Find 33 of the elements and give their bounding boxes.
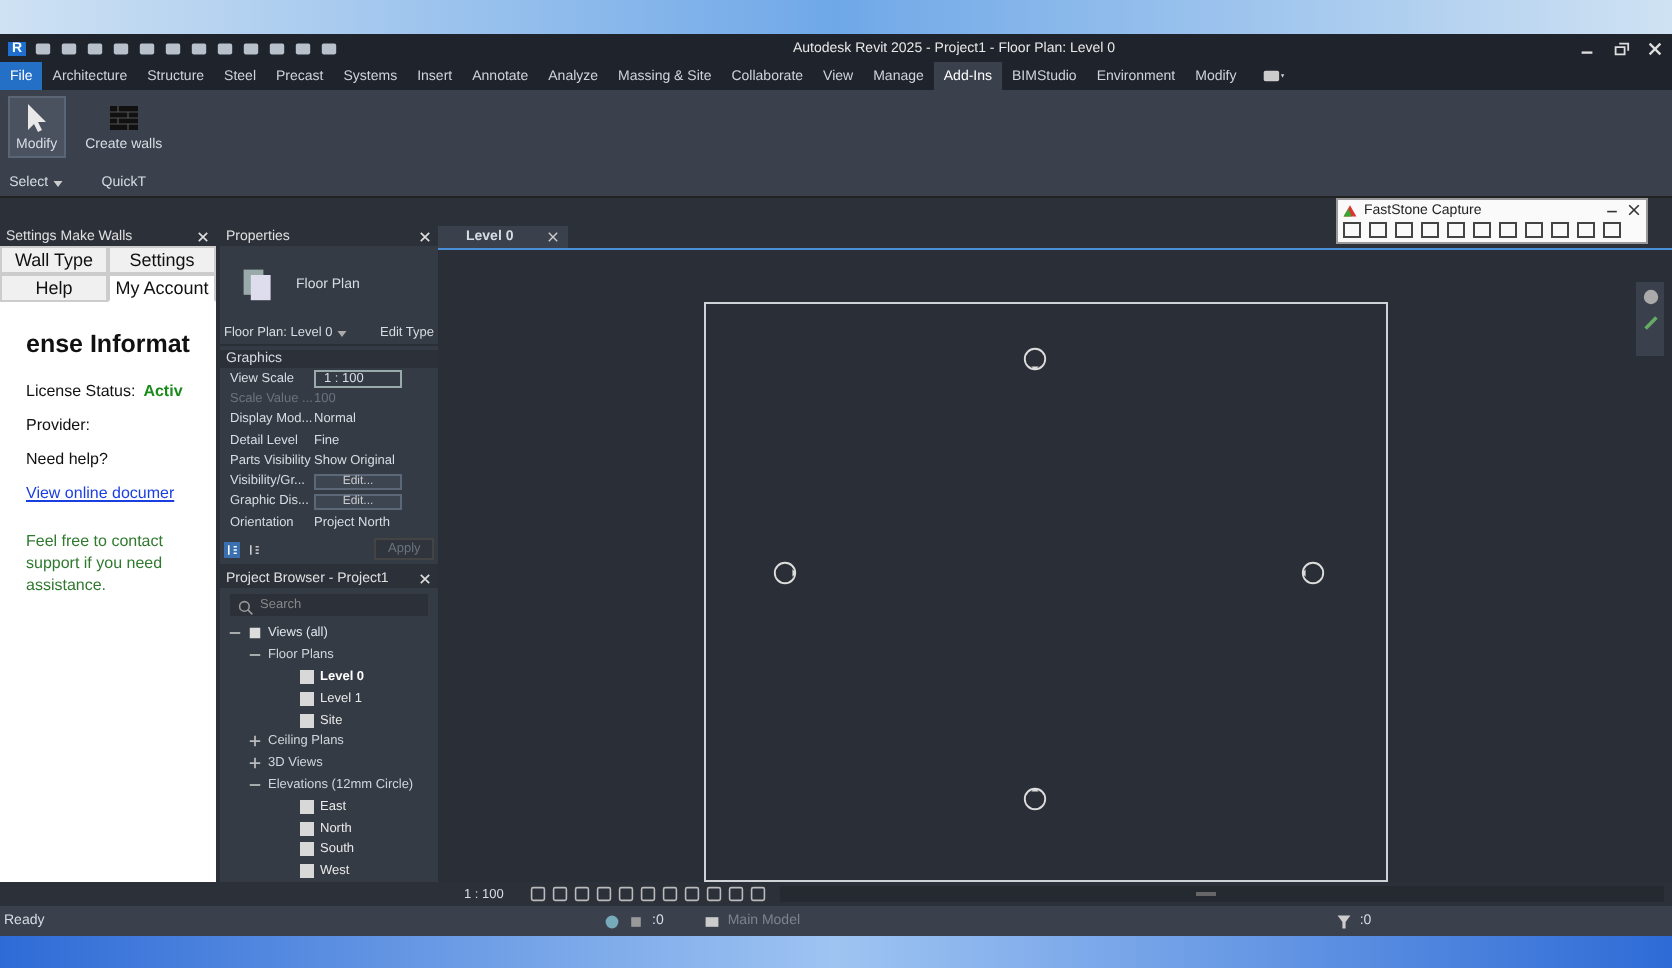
elevation-marker-icon[interactable] <box>772 560 798 586</box>
license-status: Activ <box>143 382 183 400</box>
help-label: Need help? <box>26 450 110 468</box>
restore-icon[interactable] <box>1612 39 1630 57</box>
elevation-marker-icon[interactable] <box>1022 786 1048 812</box>
tab[interactable]: Settings <box>108 246 216 274</box>
elevation-marker-icon[interactable] <box>1300 560 1326 586</box>
zoom-icon[interactable] <box>1641 314 1659 332</box>
expander-icon[interactable] <box>248 756 262 771</box>
expander-icon[interactable] <box>248 734 262 749</box>
tab[interactable]: Wall Type <box>0 246 108 274</box>
provider-label: Provider: <box>26 416 93 434</box>
horizontal-scrollbar[interactable] <box>779 886 1664 902</box>
support-text: Feel free to contact support if you need assistance. <box>26 530 165 598</box>
sort-icon[interactable] <box>224 541 240 558</box>
license-label: License Status: <box>26 382 136 400</box>
search-icon <box>238 600 254 617</box>
filter-icon[interactable] <box>1335 913 1352 929</box>
sheets-icon <box>240 266 276 302</box>
tab[interactable]: My Account <box>108 274 216 302</box>
close-icon[interactable] <box>1626 202 1642 218</box>
sort-icon[interactable] <box>246 541 262 558</box>
documentation-link[interactable]: View online documer <box>26 484 216 502</box>
elevation-marker-icon[interactable] <box>1022 346 1048 372</box>
brick-wall-icon <box>107 102 140 134</box>
caret-icon[interactable] <box>336 327 349 339</box>
caret-icon[interactable] <box>52 177 65 189</box>
tab[interactable]: Help <box>0 274 108 302</box>
worksharing-icon[interactable] <box>604 913 620 929</box>
heading: ense Informat <box>26 330 192 358</box>
views-icon <box>248 626 262 641</box>
camera-icon[interactable] <box>1262 68 1287 84</box>
logo-icon <box>1342 202 1358 218</box>
